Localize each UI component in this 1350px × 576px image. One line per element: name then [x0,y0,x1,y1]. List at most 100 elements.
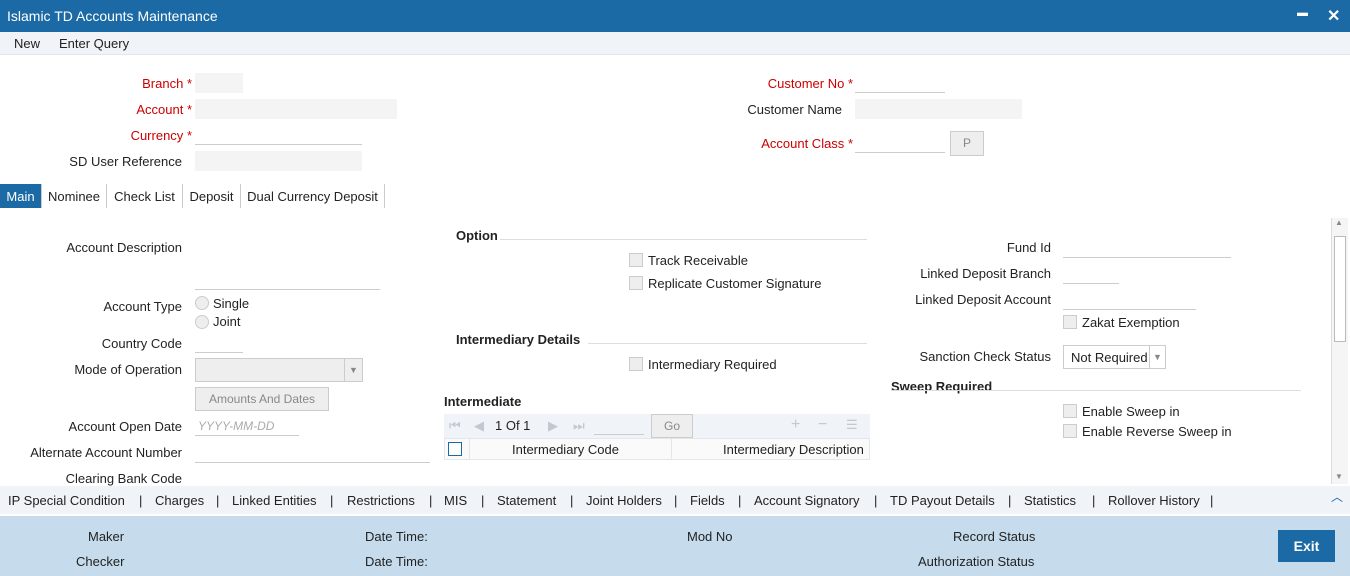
page-input[interactable] [594,434,644,435]
sanction-check-status-label: Sanction Check Status [919,349,1051,364]
first-page-icon[interactable]: ⏮ [449,418,461,434]
checker-date-time-label: Date Time: [365,554,428,569]
restrictions-link[interactable]: Restrictions [347,493,415,508]
replicate-customer-signature-checkbox[interactable] [629,276,643,290]
collapse-icon[interactable]: ︿ [1331,488,1343,505]
replicate-customer-signature-label: Replicate Customer Signature [648,276,822,291]
separator: | [570,493,574,508]
delete-row-icon[interactable]: − [818,416,827,434]
minimize-icon[interactable]: ▬ [1297,7,1308,19]
amounts-and-dates-button[interactable]: Amounts And Dates [195,387,329,411]
zakat-exemption-label: Zakat Exemption [1082,315,1180,330]
track-receivable-checkbox[interactable] [629,253,643,267]
account-open-date-field[interactable]: YYYY-MM-DD [195,416,299,436]
mod-no-label: Mod No [687,529,733,544]
intermediary-required-checkbox[interactable] [629,357,643,371]
mis-link[interactable]: MIS [444,493,467,508]
add-row-icon[interactable]: + [791,416,800,434]
sanction-check-status-select[interactable]: Not Required ▼ [1063,345,1166,369]
last-page-icon[interactable]: ⏭ [573,418,585,434]
chevron-down-icon: ▼ [344,359,362,381]
linked-deposit-branch-label: Linked Deposit Branch [920,266,1051,281]
sweep-required-section-title: Sweep Required [891,379,993,394]
vertical-scrollbar[interactable]: ▲ ▼ [1331,218,1348,484]
separator: | [216,493,220,508]
account-class-field[interactable] [855,133,945,153]
separator: | [1008,493,1012,508]
sd-user-reference-field[interactable] [195,151,362,171]
statement-link[interactable]: Statement [497,493,556,508]
scrollbar-thumb[interactable] [1334,236,1346,342]
mode-of-operation-select[interactable]: ▼ [195,358,363,382]
intermediate-grid-header: Intermediary Code Intermediary Descripti… [444,438,870,460]
fund-id-field[interactable] [1063,238,1231,258]
record-status-label: Record Status [953,529,1036,544]
alternate-account-number-field[interactable] [195,443,430,463]
joint-holders-link[interactable]: Joint Holders [586,493,662,508]
linked-deposit-branch-field[interactable] [1063,264,1119,284]
next-page-icon[interactable]: ▶ [548,418,558,434]
new-button[interactable]: New [14,36,40,51]
linked-deposit-account-field[interactable] [1063,290,1196,310]
tab-main[interactable]: Main [0,184,42,208]
country-code-field[interactable] [195,333,243,353]
rollover-history-link[interactable]: Rollover History [1108,493,1200,508]
statistics-link[interactable]: Statistics [1024,493,1076,508]
account-label: Account * [136,102,192,117]
account-field[interactable] [195,99,397,119]
col-intermediary-code[interactable]: Intermediary Code [512,442,619,457]
tab-check-list[interactable]: Check List [107,184,183,208]
col-intermediary-description[interactable]: Intermediary Description [723,442,864,457]
joint-label: Joint [213,314,241,329]
tab-nominee[interactable]: Nominee [42,184,107,208]
bottom-subsystem-bar: IP Special Condition | Charges | Linked … [0,486,1350,514]
previous-page-icon[interactable]: ◀ [474,418,484,434]
td-payout-details-link[interactable]: TD Payout Details [890,493,995,508]
audit-footer: Maker Checker Date Time: Date Time: Mod … [0,516,1350,576]
tab-deposit[interactable]: Deposit [183,184,241,208]
alternate-account-number-label: Alternate Account Number [30,445,182,460]
exit-button[interactable]: Exit [1278,530,1335,562]
enter-query-button[interactable]: Enter Query [59,36,129,51]
intermediary-required-label: Intermediary Required [648,357,777,372]
account-type-joint-radio[interactable] [195,315,209,329]
scroll-down-icon[interactable]: ▼ [1335,472,1343,481]
currency-field[interactable] [195,125,362,145]
enable-reverse-sweep-in-checkbox[interactable] [1063,424,1077,438]
customer-name-label: Customer Name [747,102,842,117]
single-label: Single [213,296,250,311]
zakat-exemption-checkbox[interactable] [1063,315,1077,329]
tab-dual-currency-deposit[interactable]: Dual Currency Deposit [241,184,385,208]
column-divider [469,439,470,459]
select-all-checkbox[interactable] [448,442,462,456]
go-button[interactable]: Go [651,414,693,438]
toolbar: New Enter Query [0,32,1350,55]
separator: | [874,493,878,508]
account-description-field[interactable] [195,270,380,290]
account-description-label: Account Description [66,240,182,255]
enable-sweep-in-label: Enable Sweep in [1082,404,1180,419]
separator: | [139,493,143,508]
customer-no-field[interactable] [855,73,945,93]
list-icon[interactable]: ☰ [846,417,858,433]
sanction-check-status-value: Not Required [1071,350,1148,365]
account-class-lov-button[interactable]: P [950,131,984,156]
option-divider [500,239,867,240]
enable-reverse-sweep-in-label: Enable Reverse Sweep in [1082,424,1232,439]
column-divider [671,439,672,459]
ip-special-condition-link[interactable]: IP Special Condition [8,493,125,508]
pager-text: 1 Of 1 [495,418,531,433]
separator: | [674,493,678,508]
currency-label: Currency * [130,128,192,143]
branch-field[interactable] [195,73,243,93]
charges-link[interactable]: Charges [155,493,204,508]
scroll-up-icon[interactable]: ▲ [1335,218,1343,227]
enable-sweep-in-checkbox[interactable] [1063,404,1077,418]
account-class-label: Account Class * [761,136,853,151]
account-signatory-link[interactable]: Account Signatory [754,493,860,508]
fields-link[interactable]: Fields [690,493,725,508]
linked-entities-link[interactable]: Linked Entities [232,493,317,508]
close-icon[interactable]: ✕ [1327,6,1340,26]
separator: | [429,493,433,508]
account-type-single-radio[interactable] [195,296,209,310]
